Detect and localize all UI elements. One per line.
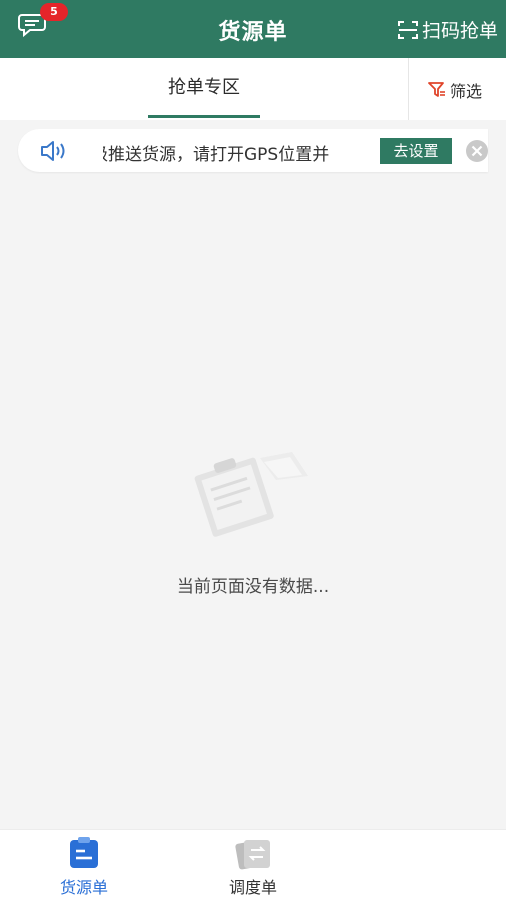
nav-item-cargo-orders[interactable]: 货源单: [24, 836, 144, 898]
filter-icon: [428, 82, 445, 97]
notice-text: 级推送货源，请打开GPS位置并: [103, 145, 330, 165]
filter-label: 筛选: [450, 82, 483, 101]
empty-clipboard-icon: [194, 452, 308, 537]
cargo-list-icon: [70, 837, 98, 868]
nav-label-cargo: 货源单: [59, 878, 108, 897]
scan-grab-button[interactable]: 扫码抢单: [397, 16, 498, 43]
gps-notice-bar: 级推送货源，请打开GPS位置并 去设置: [18, 129, 488, 172]
filter-button[interactable]: 筛选: [428, 78, 482, 102]
top-header: 5 货源单 扫码抢单: [0, 0, 506, 58]
scan-icon: [397, 20, 418, 39]
scan-grab-label: 扫码抢单: [421, 20, 498, 42]
tab-grab-zone[interactable]: 抢单专区: [148, 58, 260, 120]
bottom-navigation: 货源单 调度单: [0, 829, 506, 900]
tab-divider: [408, 58, 409, 120]
nav-item-dispatch-orders[interactable]: 调度单: [193, 836, 313, 898]
empty-state-message: 当前页面没有数据...: [176, 577, 330, 597]
notice-text-window: 级推送货源，请打开GPS位置并: [103, 129, 365, 172]
dispatch-icon: [235, 840, 270, 870]
app-root: 5 货源单 扫码抢单 抢单专区 筛选 级推送货源，请打开GPS位置并 去设置 当…: [0, 0, 506, 900]
go-settings-button[interactable]: 去设置: [380, 138, 452, 164]
speaker-icon: [41, 141, 65, 161]
nav-label-dispatch: 调度单: [228, 878, 277, 897]
close-icon[interactable]: [465, 139, 488, 163]
tab-bar: 抢单专区 筛选: [0, 58, 506, 120]
